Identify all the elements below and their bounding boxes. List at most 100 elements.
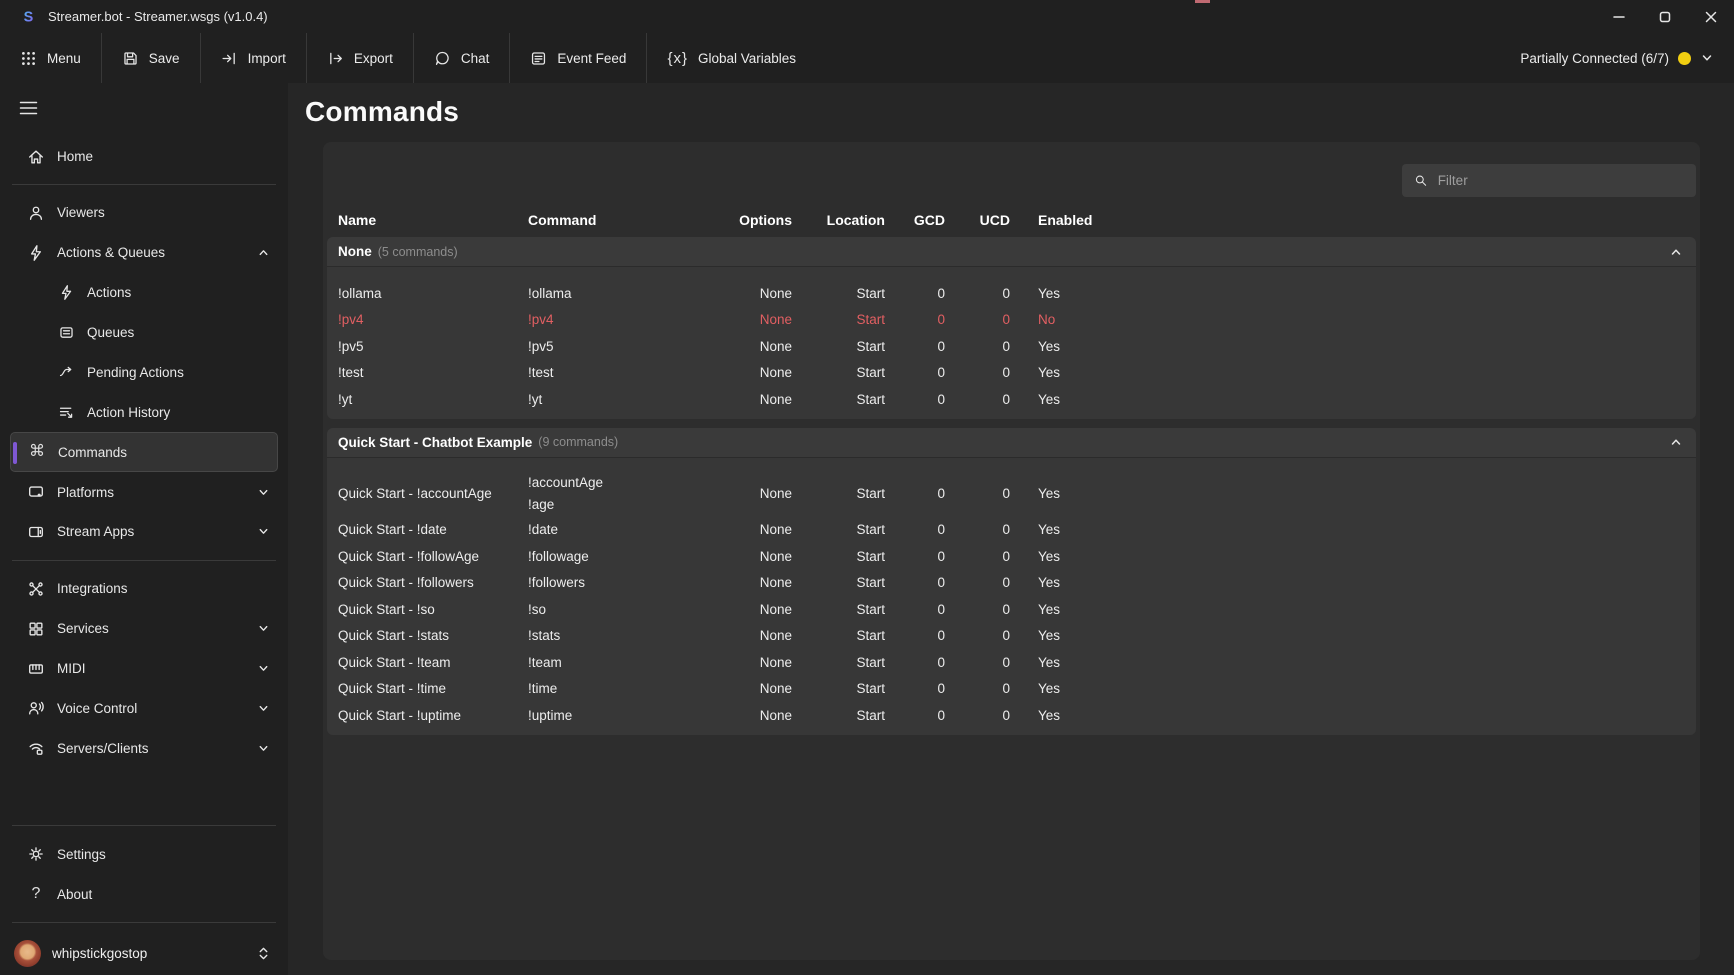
cell-gcd: 0 bbox=[885, 522, 945, 537]
maximize-button[interactable] bbox=[1642, 0, 1688, 33]
export-button[interactable]: Export bbox=[307, 33, 413, 83]
column-header-enabled[interactable]: Enabled bbox=[1010, 212, 1685, 228]
chevron-up-icon[interactable] bbox=[1669, 245, 1683, 259]
column-header-ucd[interactable]: UCD bbox=[945, 212, 1010, 228]
sidebar-item-action-history[interactable]: Action History bbox=[0, 392, 288, 432]
menu-button[interactable]: Menu bbox=[0, 33, 101, 83]
filter-input[interactable] bbox=[1438, 173, 1684, 188]
minimize-button[interactable] bbox=[1596, 0, 1642, 33]
cell-ucd: 0 bbox=[945, 486, 1010, 501]
cell-options: None bbox=[727, 602, 792, 617]
minimize-icon bbox=[1613, 11, 1625, 23]
import-button[interactable]: Import bbox=[201, 33, 306, 83]
table-row[interactable]: Quick Start - !followAge !followage None… bbox=[327, 543, 1696, 570]
connection-status[interactable]: Partially Connected (6/7) bbox=[1520, 51, 1734, 66]
sidebar-item-pending-actions[interactable]: Pending Actions bbox=[0, 352, 288, 392]
table-row[interactable]: Quick Start - !team !team None Start 0 0… bbox=[327, 649, 1696, 676]
column-header-options[interactable]: Options bbox=[727, 212, 792, 228]
cell-location: Start bbox=[792, 312, 885, 327]
table-row[interactable]: !test !test None Start 0 0 Yes bbox=[327, 360, 1696, 387]
table-header-row: Name Command Options Location GCD UCD En… bbox=[327, 211, 1696, 229]
table-row[interactable]: Quick Start - !so !so None Start 0 0 Yes bbox=[327, 596, 1696, 623]
column-header-location[interactable]: Location bbox=[792, 212, 885, 228]
cell-enabled: Yes bbox=[1010, 486, 1685, 501]
cell-command: !team bbox=[528, 655, 727, 670]
global-variables-button[interactable]: {x} Global Variables bbox=[647, 33, 816, 83]
sidebar-item-integrations[interactable]: Integrations bbox=[0, 569, 288, 609]
cell-ucd: 0 bbox=[945, 575, 1010, 590]
sidebar-item-queues[interactable]: Queues bbox=[0, 313, 288, 353]
table-row[interactable]: Quick Start - !uptime !uptime None Start… bbox=[327, 702, 1696, 729]
cell-enabled: Yes bbox=[1010, 708, 1685, 723]
sidebar-item-about[interactable]: ? About bbox=[0, 874, 288, 914]
cell-ucd: 0 bbox=[945, 708, 1010, 723]
cell-enabled: Yes bbox=[1010, 365, 1685, 380]
column-header-name[interactable]: Name bbox=[338, 212, 528, 228]
cell-command: !followage bbox=[528, 549, 727, 564]
sidebar-item-midi[interactable]: MIDI bbox=[0, 649, 288, 689]
event-feed-button[interactable]: Event Feed bbox=[510, 33, 646, 83]
cell-location: Start bbox=[792, 365, 885, 380]
sidebar-item-settings[interactable]: Settings bbox=[0, 834, 288, 874]
stream-apps-icon bbox=[26, 523, 46, 541]
table-row[interactable]: Quick Start - !stats !stats None Start 0… bbox=[327, 623, 1696, 650]
sidebar-item-commands[interactable]: ⌘ Commands bbox=[10, 432, 278, 472]
sidebar-item-home[interactable]: Home bbox=[0, 137, 288, 177]
group-body: !ollama !ollama None Start 0 0 Yes !pv4 … bbox=[327, 267, 1696, 419]
midi-icon bbox=[26, 660, 46, 678]
table-row[interactable]: Quick Start - !accountAge !accountAge!ag… bbox=[327, 471, 1696, 517]
cell-name: Quick Start - !so bbox=[338, 602, 528, 617]
divider bbox=[12, 825, 276, 826]
table-row[interactable]: Quick Start - !date !date None Start 0 0… bbox=[327, 517, 1696, 544]
chevron-up-icon[interactable] bbox=[1669, 435, 1683, 449]
sidebar-item-actions[interactable]: Actions bbox=[0, 273, 288, 313]
save-button[interactable]: Save bbox=[102, 33, 200, 83]
sidebar-item-voice-control[interactable]: Voice Control bbox=[0, 689, 288, 729]
cell-command: !accountAge!age bbox=[528, 472, 727, 516]
cell-ucd: 0 bbox=[945, 602, 1010, 617]
global-variables-icon: {x} bbox=[667, 50, 688, 67]
sidebar-item-label: MIDI bbox=[57, 661, 86, 676]
cell-enabled: Yes bbox=[1010, 602, 1685, 617]
column-header-gcd[interactable]: GCD bbox=[885, 212, 945, 228]
cell-options: None bbox=[727, 365, 792, 380]
sidebar: Home Viewers Actions & Queues Actions Qu… bbox=[0, 83, 288, 975]
page-title: Commands bbox=[305, 96, 1734, 128]
table-row[interactable]: !pv4 !pv4 None Start 0 0 No bbox=[327, 307, 1696, 334]
toolbar: Menu Save Import Export Chat Event F bbox=[0, 33, 1734, 83]
table-row[interactable]: Quick Start - !followers !followers None… bbox=[327, 570, 1696, 597]
sidebar-item-stream-apps[interactable]: Stream Apps bbox=[0, 512, 288, 552]
sidebar-item-services[interactable]: Services bbox=[0, 609, 288, 649]
table-row[interactable]: !yt !yt None Start 0 0 Yes bbox=[327, 386, 1696, 413]
filter-box bbox=[1402, 164, 1696, 197]
column-header-command[interactable]: Command bbox=[528, 212, 727, 228]
chat-button[interactable]: Chat bbox=[414, 33, 510, 83]
title-bar: S Streamer.bot - Streamer.wsgs (v1.0.4) bbox=[0, 0, 1734, 33]
cell-enabled: Yes bbox=[1010, 575, 1685, 590]
table-row[interactable]: !pv5 !pv5 None Start 0 0 Yes bbox=[327, 333, 1696, 360]
account-switcher[interactable]: whipstickgostop bbox=[0, 931, 288, 975]
save-icon bbox=[122, 50, 139, 67]
group-header[interactable]: Quick Start - Chatbot Example (9 command… bbox=[327, 428, 1696, 458]
group-name: Quick Start - Chatbot Example bbox=[338, 435, 532, 450]
servers-clients-icon bbox=[26, 739, 46, 757]
app-logo-icon: S bbox=[20, 8, 37, 25]
sidebar-item-platforms[interactable]: Platforms bbox=[0, 472, 288, 512]
table-row[interactable]: !ollama !ollama None Start 0 0 Yes bbox=[327, 280, 1696, 307]
hamburger-icon bbox=[19, 100, 38, 116]
sidebar-toggle-button[interactable] bbox=[14, 96, 42, 120]
close-button[interactable] bbox=[1688, 0, 1734, 33]
sidebar-item-viewers[interactable]: Viewers bbox=[0, 193, 288, 233]
sidebar-item-servers-clients[interactable]: Servers/Clients bbox=[0, 728, 288, 768]
cell-ucd: 0 bbox=[945, 681, 1010, 696]
sidebar-item-actions-queues[interactable]: Actions & Queues bbox=[0, 233, 288, 273]
import-label: Import bbox=[248, 51, 286, 66]
sidebar-item-label: About bbox=[57, 887, 92, 902]
group-header[interactable]: None (5 commands) bbox=[327, 237, 1696, 267]
cell-options: None bbox=[727, 628, 792, 643]
cell-command: !followers bbox=[528, 575, 727, 590]
cell-name: Quick Start - !followAge bbox=[338, 549, 528, 564]
gear-icon bbox=[26, 845, 46, 863]
cell-ucd: 0 bbox=[945, 286, 1010, 301]
table-row[interactable]: Quick Start - !time !time None Start 0 0… bbox=[327, 676, 1696, 703]
